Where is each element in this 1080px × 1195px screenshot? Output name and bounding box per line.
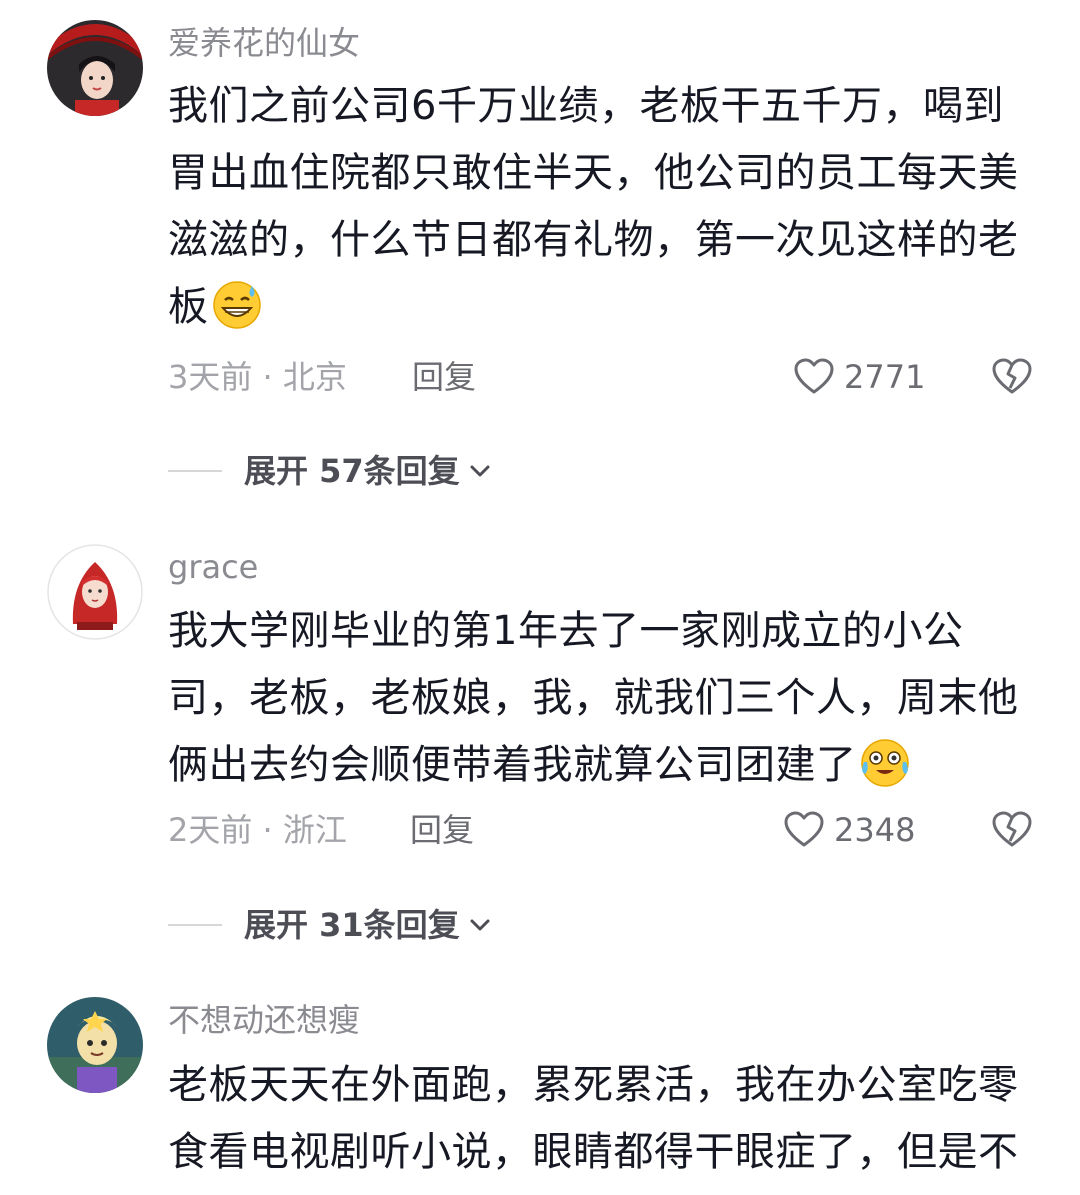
like-button[interactable]: 2771	[792, 355, 925, 399]
comment-text-content: 我们之前公司6千万业绩，老板干五千万，喝到胃出血住院都只敢住半天，他公司的员工每…	[168, 83, 1019, 330]
avatar-image	[47, 997, 143, 1093]
reply-button[interactable]: 回复	[410, 810, 474, 850]
expand-replies-button[interactable]: 展开 31条回复	[168, 905, 494, 945]
crying-laughing-emoji	[859, 736, 911, 788]
chevron-down-icon	[470, 465, 490, 477]
heart-outline-icon	[794, 358, 834, 394]
expand-label: 展开 31条回复	[244, 906, 460, 944]
reply-button[interactable]: 回复	[412, 357, 476, 397]
comment-text: 老板天天在外面跑，累死累活，我在办公室吃零食看电视剧听小说，眼睛都得干眼症了，但…	[168, 1052, 1038, 1186]
comment-text: 我大学刚毕业的第1年去了一家刚成立的小公司，老板，老板娘，我，就我们三个人，周末…	[168, 598, 1038, 799]
dislike-button[interactable]	[990, 355, 1034, 399]
like-count: 2348	[834, 811, 916, 849]
sweat-smile-emoji	[211, 278, 263, 330]
avatar-image	[47, 544, 143, 640]
username[interactable]: grace	[168, 547, 258, 587]
username[interactable]: 爱养花的仙女	[168, 23, 360, 63]
divider-line	[168, 470, 222, 472]
heart-outline-icon	[784, 811, 824, 847]
expand-replies-button[interactable]: 展开 57条回复	[168, 451, 494, 491]
broken-heart-icon	[992, 811, 1032, 847]
username[interactable]: 不想动还想瘦	[168, 1000, 360, 1040]
avatar[interactable]	[47, 544, 143, 640]
avatar-image	[47, 20, 143, 116]
time-location: 2天前 · 浙江	[168, 811, 347, 849]
comment-text-content: 老板天天在外面跑，累死累活，我在办公室吃零食看电视剧听小说，眼睛都得干眼症了，但…	[168, 1062, 1019, 1175]
expand-label: 展开 57条回复	[244, 452, 460, 490]
avatar[interactable]	[47, 997, 143, 1093]
like-count: 2771	[844, 358, 926, 396]
time-location: 3天前 · 北京	[168, 358, 347, 396]
comment-text: 我们之前公司6千万业绩，老板干五千万，喝到胃出血住院都只敢住半天，他公司的员工每…	[168, 73, 1038, 341]
dislike-button[interactable]	[990, 808, 1034, 852]
like-button[interactable]: 2348	[782, 808, 915, 852]
chevron-down-icon	[470, 919, 490, 931]
broken-heart-icon	[992, 358, 1032, 394]
divider-line	[168, 924, 222, 926]
avatar[interactable]	[47, 20, 143, 116]
